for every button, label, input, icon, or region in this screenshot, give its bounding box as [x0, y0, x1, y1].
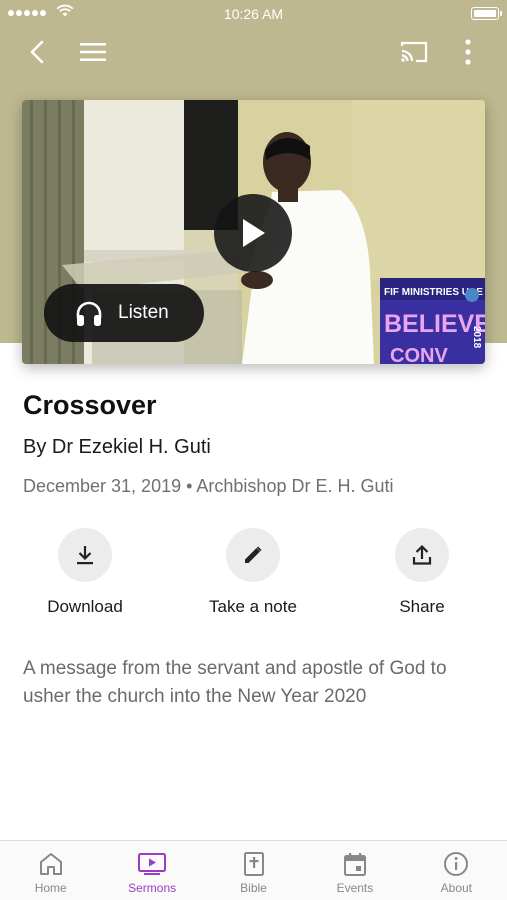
cast-icon — [400, 41, 428, 63]
note-icon-circle — [226, 528, 280, 582]
tab-bible[interactable]: Bible — [203, 841, 304, 900]
more-options-button[interactable] — [448, 32, 488, 72]
hamburger-icon — [80, 43, 106, 61]
chevron-left-icon — [30, 40, 44, 64]
play-icon — [243, 219, 265, 247]
tab-sermons-label: Sermons — [128, 881, 177, 895]
share-icon-circle — [395, 528, 449, 582]
tab-about[interactable]: About — [406, 841, 507, 900]
share-icon — [412, 544, 432, 565]
tab-about-label: About — [440, 881, 472, 895]
play-button[interactable] — [214, 194, 292, 272]
cast-button[interactable] — [394, 32, 434, 72]
take-note-button[interactable]: Take a note — [183, 528, 323, 617]
tab-bible-label: Bible — [240, 881, 267, 895]
tab-sermons[interactable]: Sermons — [101, 841, 202, 900]
banner-line-3: CONV — [390, 345, 448, 364]
download-icon — [77, 546, 93, 565]
download-icon-circle — [58, 528, 112, 582]
back-button[interactable] — [18, 32, 58, 72]
sermon-title: Crossover — [23, 390, 157, 420]
listen-button[interactable]: Listen — [44, 284, 204, 342]
headphones-icon — [76, 301, 102, 326]
tab-events-label: Events — [336, 881, 374, 895]
tab-home-label: Home — [34, 881, 67, 895]
bible-icon — [243, 852, 264, 876]
more-vertical-icon — [465, 39, 471, 65]
menu-button[interactable] — [73, 32, 113, 72]
status-bar: 10:26 AM — [0, 0, 507, 26]
download-label: Download — [47, 597, 123, 616]
battery-icon — [471, 7, 502, 20]
tab-events[interactable]: Events — [304, 841, 405, 900]
calendar-icon — [343, 853, 366, 876]
tab-home[interactable]: Home — [0, 841, 101, 900]
share-label: Share — [399, 597, 445, 616]
pencil-icon — [245, 546, 262, 563]
video-icon — [138, 853, 167, 875]
sermon-description: A message from the servant and apostle o… — [23, 658, 447, 707]
bottom-tab-bar: Home Sermons Bible Events About — [0, 840, 507, 900]
share-button[interactable]: Share — [352, 528, 492, 617]
info-icon — [444, 852, 469, 876]
status-time: 10:26 AM — [223, 6, 284, 22]
listen-label: Listen — [118, 302, 169, 323]
banner-line-2: BELIEVERS — [384, 310, 485, 338]
download-button[interactable]: Download — [15, 528, 155, 617]
home-icon — [39, 853, 62, 875]
take-note-label: Take a note — [209, 597, 297, 616]
banner-year: 2018 — [471, 326, 482, 349]
sermon-meta: December 31, 2019 • Archbishop Dr E. H. … — [23, 476, 394, 496]
sermon-byline: By Dr Ezekiel H. Guti — [23, 436, 211, 458]
